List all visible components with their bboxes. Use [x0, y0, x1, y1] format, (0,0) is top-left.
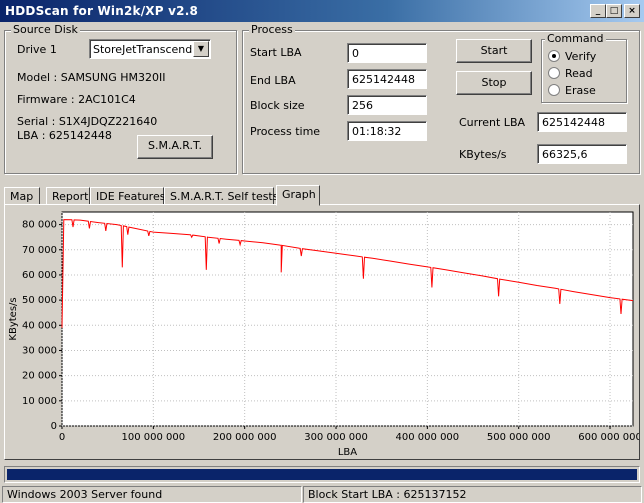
block-size-field[interactable]: 256	[347, 95, 427, 115]
tab-ide-features[interactable]: IDE Features	[90, 187, 165, 205]
start-lba-label: Start LBA	[250, 46, 302, 59]
start-button[interactable]: Start	[456, 39, 532, 63]
tab-map[interactable]: Map	[4, 187, 40, 205]
lba-text: LBA : 625142448	[17, 129, 112, 142]
maximize-button[interactable]: □	[606, 4, 622, 18]
stop-button[interactable]: Stop	[456, 71, 532, 95]
x-tick-label: 300 000 000	[304, 432, 368, 443]
y-tick-label: 20 000	[22, 371, 57, 382]
source-disk-label: Source Disk	[11, 23, 80, 36]
drive-select[interactable]: StoreJetTranscend ▼	[89, 39, 211, 59]
radio-erase-label: Erase	[565, 84, 596, 97]
y-tick-label: 40 000	[22, 320, 57, 331]
y-tick-label: 10 000	[22, 396, 57, 407]
model-text: Model : SAMSUNG HM320II	[17, 71, 166, 84]
current-lba-label: Current LBA	[459, 116, 526, 129]
kbytes-label: KBytes/s	[459, 148, 507, 161]
plot-area	[61, 211, 634, 427]
radio-read-label: Read	[565, 67, 593, 80]
radio-dot-icon[interactable]	[548, 84, 560, 96]
radio-read[interactable]: Read	[548, 67, 593, 80]
x-tick-label: 600 000 000	[578, 432, 639, 443]
chevron-down-icon[interactable]: ▼	[193, 41, 209, 57]
drive-select-value: StoreJetTranscend	[93, 43, 193, 56]
radio-dot-icon[interactable]	[548, 67, 560, 79]
radio-dot-icon[interactable]	[548, 50, 560, 62]
y-axis-label: KBytes/s	[8, 297, 19, 340]
command-group: Command Verify Read Erase	[541, 32, 627, 103]
x-tick-label: 400 000 000	[396, 432, 460, 443]
radio-erase[interactable]: Erase	[548, 84, 596, 97]
end-lba-label: End LBA	[250, 74, 296, 87]
minimize-button[interactable]: _	[590, 4, 606, 18]
tab-smart-self-tests[interactable]: S.M.A.R.T. Self tests	[164, 187, 278, 205]
title-bar[interactable]: HDDScan for Win2k/XP v2.8 _ □ ×	[0, 0, 644, 22]
process-time-label: Process time	[250, 125, 321, 138]
smart-button[interactable]: S.M.A.R.T.	[137, 135, 213, 159]
drive-label: Drive 1	[17, 43, 57, 56]
start-lba-field[interactable]: 0	[347, 43, 427, 63]
x-tick-label: 200 000 000	[213, 432, 277, 443]
speed-chart: 0 100 000 000 200 000 000 300 000 000 400 00…	[8, 211, 642, 458]
status-right: Block Start LBA : 625137152	[303, 486, 642, 503]
y-tick-label: 50 000	[22, 295, 57, 306]
y-tick-label: 30 000	[22, 345, 57, 356]
x-axis-label: LBA	[338, 447, 357, 458]
y-tick-label: 70 000	[22, 245, 57, 256]
close-button[interactable]: ×	[624, 4, 640, 18]
command-label: Command	[545, 32, 606, 45]
process-label: Process	[249, 23, 295, 36]
graph-panel: 0 100 000 000 200 000 000 300 000 000 400 00…	[4, 204, 642, 460]
y-tick-label: 80 000	[22, 220, 57, 231]
block-size-label: Block size	[250, 99, 305, 112]
window-title: HDDScan for Win2k/XP v2.8	[5, 4, 199, 18]
source-disk-group: Source Disk Drive 1 StoreJetTranscend ▼ …	[4, 23, 237, 174]
status-left: Windows 2003 Server found	[2, 486, 302, 503]
current-lba-field: 625142448	[537, 112, 627, 132]
process-time-field: 01:18:32	[347, 121, 427, 141]
y-tick-label: 60 000	[22, 270, 57, 281]
x-tick-label: 0	[59, 432, 65, 443]
tab-graph[interactable]: Graph	[276, 185, 320, 206]
x-tick-label: 500 000 000	[487, 432, 551, 443]
tab-report[interactable]: Report	[46, 187, 90, 205]
hddscan-window: HDDScan for Win2k/XP v2.8 _ □ × Source D…	[0, 0, 644, 503]
end-lba-field[interactable]: 625142448	[347, 69, 427, 89]
kbytes-field: 66325,6	[537, 144, 627, 164]
firmware-text: Firmware : 2AC101C4	[17, 93, 136, 106]
radio-verify-label: Verify	[565, 50, 597, 63]
radio-verify[interactable]: Verify	[548, 50, 596, 63]
x-tick-label: 100 000 000	[122, 432, 186, 443]
y-tick-label: 0	[51, 421, 57, 432]
progress-fill	[7, 469, 637, 480]
process-group: Process Start LBA 0 End LBA 625142448 Bl…	[242, 23, 640, 174]
serial-text: Serial : S1X4JDQZ221640	[17, 115, 158, 128]
progress-bar	[4, 466, 640, 483]
